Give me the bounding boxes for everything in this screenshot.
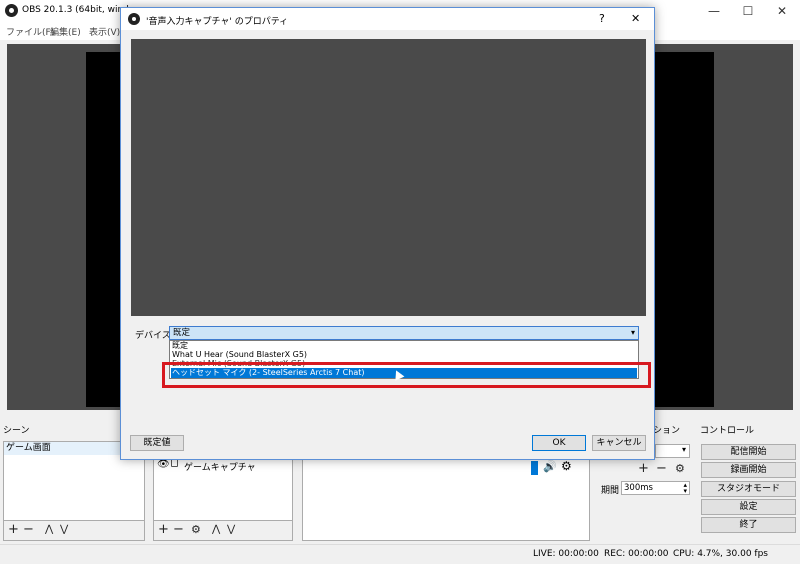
chevron-down-icon: ▾ [681,445,686,454]
dialog-preview [131,39,646,316]
device-label: デバイス [135,331,171,341]
lock-icon[interactable] [171,459,178,467]
menu-edit[interactable]: 編集(E) [50,25,81,38]
add-transition-icon[interactable]: + [638,462,649,476]
minimize-button[interactable]: — [697,0,731,22]
dialog-title: '音声入力キャプチャ' のプロパティ [146,17,289,27]
remove-source-icon[interactable]: − [173,523,184,537]
visibility-eye-icon[interactable]: 👁 [157,459,170,470]
transitions-header: ション [650,424,696,439]
obs-logo-icon [128,13,140,25]
cancel-button[interactable]: キャンセル [592,435,646,451]
maximize-button[interactable]: ☐ [731,0,765,22]
cpu-status: CPU: 4.7%, 30.00 fps [673,549,768,559]
move-up-icon[interactable]: ⋀ [212,523,220,537]
studio-mode-button[interactable]: スタジオモード [701,481,796,497]
exit-button[interactable]: 終了 [701,517,796,533]
transition-select[interactable]: ▾ [655,444,690,458]
transition-gear-icon[interactable]: ⚙ [675,462,685,476]
settings-button[interactable]: 設定 [701,499,796,515]
scenes-toolbar: + − ⋀ ⋁ [3,521,145,541]
defaults-button[interactable]: 既定値 [130,435,184,451]
duration-value: 300ms [624,483,653,493]
start-streaming-button[interactable]: 配信開始 [701,444,796,460]
add-scene-icon[interactable]: + [8,523,19,537]
duration-spinbox[interactable]: 300ms ▴ ▾ [621,481,690,495]
rec-status: REC: 00:00:00 [604,549,669,559]
move-up-icon[interactable]: ⋀ [45,523,53,537]
highlight-annotation-box [162,362,651,388]
obs-logo-icon [5,4,18,17]
source-settings-gear-icon[interactable]: ⚙ [191,523,201,537]
menu-file[interactable]: ファイル(F) [6,25,54,38]
move-down-icon[interactable]: ⋁ [227,523,235,537]
start-recording-button[interactable]: 録画開始 [701,462,796,478]
source-item[interactable]: ゲームキャプチャ [184,460,256,473]
chevron-down-icon: ▾ [630,328,635,337]
dialog-close-button[interactable]: ✕ [631,12,640,25]
speaker-icon[interactable]: 🔊 [543,460,557,473]
ok-button[interactable]: OK [532,435,586,451]
add-source-icon[interactable]: + [158,523,169,537]
remove-scene-icon[interactable]: − [23,523,34,537]
audio-mixer: 🔊 ⚙ [302,456,590,541]
device-selected-value: 既定 [173,328,191,338]
live-status: LIVE: 00:00:00 [533,549,599,559]
menu-view[interactable]: 表示(V) [89,25,120,38]
device-select[interactable]: 既定 ▾ [169,326,639,340]
duration-label: 期間 [601,486,620,496]
mixer-volume-bar[interactable] [531,461,538,475]
sources-list: 👁 ゲームキャプチャ [153,456,293,521]
remove-transition-icon[interactable]: − [656,462,667,476]
sources-toolbar: + − ⚙ ⋀ ⋁ [153,521,293,541]
spin-arrows-icon[interactable]: ▴ ▾ [683,482,687,495]
controls-header: コントロール [697,424,800,439]
mixer-gear-icon[interactable]: ⚙ [561,459,572,473]
properties-dialog: '音声入力キャプチャ' のプロパティ ? ✕ デバイス 既定 ▾ 既定 What… [120,7,655,460]
help-button[interactable]: ? [599,12,605,25]
close-button[interactable]: ✕ [765,0,799,22]
move-down-icon[interactable]: ⋁ [60,523,68,537]
